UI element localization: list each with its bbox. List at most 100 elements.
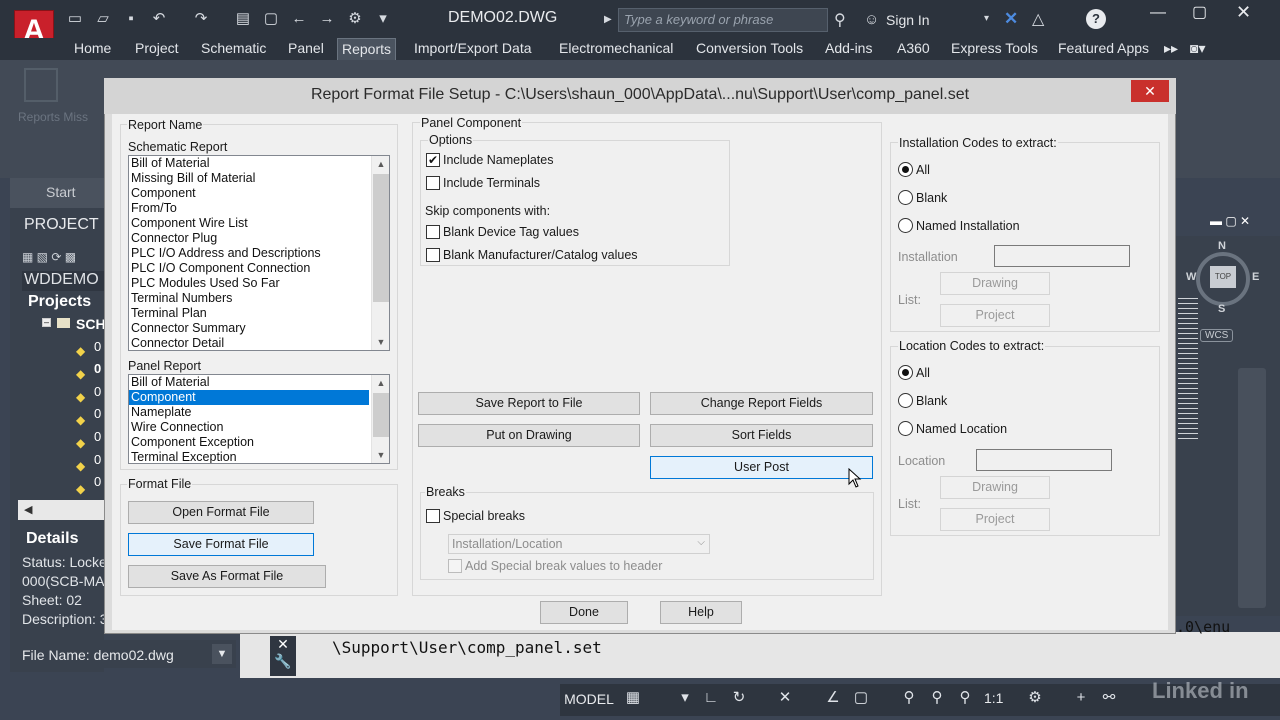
location-input[interactable] bbox=[976, 449, 1112, 471]
scroll-thumb[interactable] bbox=[373, 174, 389, 302]
list-item[interactable]: Connector Summary bbox=[129, 321, 389, 336]
minimize-icon[interactable]: — bbox=[1150, 4, 1166, 22]
binoculars-icon[interactable]: ⚲ bbox=[834, 10, 846, 30]
navigation-bar[interactable] bbox=[1238, 368, 1266, 608]
list-item[interactable]: PLC Modules Used So Far bbox=[129, 276, 389, 291]
list-item[interactable]: Bill of Material bbox=[129, 375, 389, 390]
open-folder-icon[interactable]: ▱ bbox=[94, 10, 112, 28]
blank-device-tag-checkbox[interactable] bbox=[426, 225, 440, 239]
list-item[interactable]: Component Exception bbox=[129, 435, 389, 450]
tree-item[interactable]: 0 bbox=[94, 361, 104, 376]
special-breaks-label[interactable]: Special breaks bbox=[443, 509, 525, 523]
list-item[interactable]: Terminal Numbers bbox=[129, 291, 389, 306]
exchange-apps-icon[interactable]: ✕ bbox=[1004, 9, 1018, 29]
installation-input[interactable] bbox=[994, 245, 1130, 267]
sign-in-dropdown-icon[interactable]: ▾ bbox=[984, 13, 989, 24]
save-report-to-file-button[interactable]: Save Report to File bbox=[418, 392, 640, 415]
object-snap-icon[interactable]: ▢ bbox=[850, 686, 872, 710]
filename-dropdown-icon[interactable]: ▼ bbox=[212, 644, 232, 664]
tree-item[interactable]: 0 bbox=[94, 452, 104, 467]
model-space-button[interactable]: MODEL bbox=[562, 686, 616, 712]
scroll-down-icon[interactable]: ▼ bbox=[372, 334, 389, 350]
blank-device-tag-label[interactable]: Blank Device Tag values bbox=[443, 225, 579, 239]
done-button[interactable]: Done bbox=[540, 601, 628, 624]
tab-add-ins[interactable]: Add-ins bbox=[821, 38, 876, 60]
sort-fields-button[interactable]: Sort Fields bbox=[650, 424, 873, 447]
workspace-switch-icon[interactable]: ⚙ bbox=[1024, 686, 1046, 710]
blank-manufacturer-catalog-checkbox[interactable] bbox=[426, 248, 440, 262]
installation-all-label[interactable]: All bbox=[916, 163, 930, 177]
stay-connected-icon[interactable]: △ bbox=[1032, 9, 1044, 29]
tab-home[interactable]: Home bbox=[70, 38, 115, 60]
ribbon-toggle-icon[interactable]: ◙▾ bbox=[1186, 38, 1209, 60]
search-expand-icon[interactable]: ▶ bbox=[604, 14, 612, 25]
tree-scroll-left-icon[interactable]: ◀ bbox=[18, 500, 104, 520]
change-report-fields-button[interactable]: Change Report Fields bbox=[650, 392, 873, 415]
restore-icon[interactable]: ▢ bbox=[1192, 2, 1207, 22]
tab-express-tools[interactable]: Express Tools bbox=[947, 38, 1042, 60]
auto-scale-icon[interactable]: ⚲ bbox=[926, 686, 948, 710]
put-on-drawing-button[interactable]: Put on Drawing bbox=[418, 424, 640, 447]
forward-arrow-icon[interactable]: → bbox=[318, 10, 336, 28]
isodraft-icon[interactable]: ✕ bbox=[774, 686, 796, 710]
location-blank-radio[interactable] bbox=[898, 393, 913, 408]
tree-item[interactable]: 0 bbox=[94, 429, 104, 444]
named-location-label[interactable]: Named Location bbox=[916, 422, 1007, 436]
project-toolbar-icons[interactable]: ▦ ▧ ⟳ ▩ bbox=[22, 250, 76, 264]
viewcube-top-face[interactable]: TOP bbox=[1210, 266, 1236, 288]
save-icon[interactable]: ▪ bbox=[122, 10, 140, 28]
include-nameplates-label[interactable]: Include Nameplates bbox=[443, 153, 553, 167]
grid-dropdown-icon[interactable]: ▾ bbox=[674, 686, 696, 710]
location-all-label[interactable]: All bbox=[916, 366, 930, 380]
redo-icon[interactable]: ↷ bbox=[192, 10, 210, 28]
undo-icon[interactable]: ↶ bbox=[150, 10, 168, 28]
list-item[interactable]: Missing Bill of Material bbox=[129, 171, 389, 186]
list-item[interactable]: Wire Connection bbox=[129, 420, 389, 435]
list-item[interactable]: Connector Detail bbox=[129, 336, 389, 350]
list-item[interactable]: PLC I/O Address and Descriptions bbox=[129, 246, 389, 261]
more-tabs-icon[interactable]: ▸▸ bbox=[1160, 38, 1182, 60]
ortho-icon[interactable]: ∟ bbox=[700, 686, 722, 710]
tab-conversion-tools[interactable]: Conversion Tools bbox=[692, 38, 807, 60]
installation-blank-radio[interactable] bbox=[898, 190, 913, 205]
tab-schematic[interactable]: Schematic bbox=[197, 38, 270, 60]
add-special-break-checkbox[interactable] bbox=[448, 559, 462, 573]
panel-report-list[interactable]: Bill of Material Component Nameplate Wir… bbox=[128, 374, 390, 464]
scroll-up-icon[interactable]: ▲ bbox=[372, 375, 389, 391]
annotation-scale-icon[interactable]: ⚲ bbox=[954, 686, 976, 710]
add-special-break-label[interactable]: Add Special break values to header bbox=[465, 559, 662, 573]
scroll-down-icon[interactable]: ▼ bbox=[372, 447, 389, 463]
named-location-radio[interactable] bbox=[898, 421, 913, 436]
blank-manufacturer-catalog-label[interactable]: Blank Manufacturer/Catalog values bbox=[443, 248, 638, 262]
back-arrow-icon[interactable]: ← bbox=[290, 10, 308, 28]
help-button[interactable]: Help bbox=[660, 601, 742, 624]
annotation-visibility-icon[interactable]: ⚲ bbox=[898, 686, 920, 710]
command-line-close-icon[interactable]: ✕ 🔧 bbox=[270, 636, 296, 676]
units-icon[interactable]: ⚯ bbox=[1098, 686, 1120, 710]
list-item[interactable]: Connector Plug bbox=[129, 231, 389, 246]
open-documents-icon[interactable]: ▢ bbox=[262, 10, 280, 28]
scroll-up-icon[interactable]: ▲ bbox=[372, 156, 389, 172]
location-drawing-button[interactable]: Drawing bbox=[940, 476, 1050, 499]
save-format-file-button[interactable]: Save Format File bbox=[128, 533, 314, 556]
tree-item[interactable]: 0 bbox=[94, 384, 104, 399]
viewport-controls-icons[interactable]: ▬ ▢ ✕ bbox=[1210, 214, 1250, 228]
list-item[interactable]: Nameplate bbox=[129, 405, 389, 420]
tree-item[interactable]: 0 bbox=[94, 406, 104, 421]
tree-collapse-icon[interactable]: – bbox=[42, 318, 51, 327]
installation-project-button[interactable]: Project bbox=[940, 304, 1050, 327]
tab-panel[interactable]: Panel bbox=[284, 38, 328, 60]
workspace-gear-icon[interactable]: ⚙ bbox=[346, 10, 364, 28]
project-selector[interactable]: WDDEMO bbox=[22, 271, 104, 291]
list-item[interactable]: Bill of Material bbox=[129, 156, 389, 171]
plot-icon[interactable]: ▤ bbox=[234, 10, 252, 28]
list-item[interactable]: PLC I/O Component Connection bbox=[129, 261, 389, 276]
location-blank-label[interactable]: Blank bbox=[916, 394, 947, 408]
tree-folder-label[interactable]: SCH bbox=[76, 316, 106, 332]
open-format-file-button[interactable]: Open Format File bbox=[128, 501, 314, 524]
list-item[interactable]: Component bbox=[129, 186, 389, 201]
list-item-selected[interactable]: Component bbox=[129, 390, 369, 405]
include-terminals-checkbox[interactable] bbox=[426, 176, 440, 190]
panel-list-scrollbar[interactable]: ▲ ▼ bbox=[371, 375, 389, 463]
sign-in-button[interactable]: Sign In bbox=[886, 12, 930, 28]
